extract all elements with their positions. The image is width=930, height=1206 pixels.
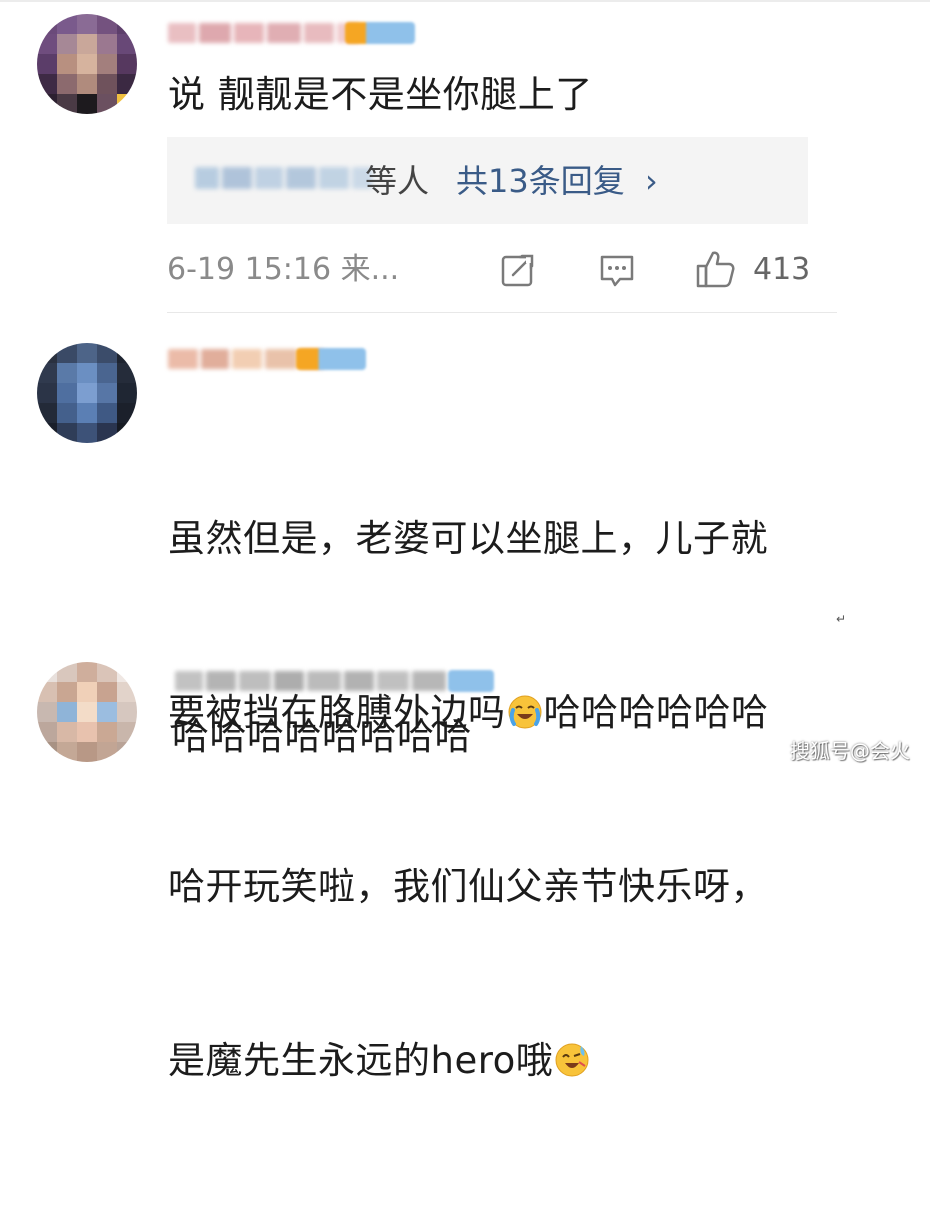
vip-badge-icon — [448, 670, 494, 692]
watermark: 搜狐号@会火 — [790, 739, 910, 763]
reply-usernames-blurred — [195, 167, 372, 189]
return-mark-icon: ↵ — [836, 612, 847, 626]
username-blurred[interactable] — [168, 18, 359, 48]
vip-badge-icon — [345, 22, 415, 44]
chevron-right-icon[interactable]: › — [645, 159, 658, 203]
comment-text: 哈哈哈哈哈哈哈哈 — [172, 715, 472, 758]
reply-suffix-text: 等人 — [365, 162, 430, 200]
like-icon[interactable] — [695, 248, 737, 294]
username-blurred[interactable] — [175, 666, 446, 696]
comment-text: 虽然但是，老婆可以坐腿上，儿子就 要被挡在胳膊外边吗 哈哈哈哈哈哈 哈开玩笑啦，我… — [168, 394, 769, 1206]
comment-line: 是魔先生永远的hero哦 — [168, 1032, 769, 1090]
vip-badge-icon — [296, 348, 366, 370]
share-icon[interactable] — [500, 252, 536, 292]
avatar[interactable] — [37, 343, 137, 443]
comment-meta-row: 6-19 15:16 来... 413 — [167, 248, 817, 292]
comment-icon[interactable] — [598, 252, 636, 294]
comment-item-1: 说 靓靓是不是坐你腿上了 等人 共13条回复 › 6-19 15:16 来... — [0, 0, 930, 312]
sweat-laughing-emoji-icon — [554, 1042, 590, 1078]
avatar[interactable] — [37, 662, 137, 762]
comment-item-2: 虽然但是，老婆可以坐腿上，儿子就 要被挡在胳膊外边吗 哈哈哈哈哈哈 哈开玩笑啦，我… — [0, 330, 930, 1082]
comment-divider — [167, 312, 837, 313]
avatar[interactable] — [37, 14, 137, 114]
comment-timestamp: 6-19 15:16 来... — [167, 252, 400, 287]
reply-summary-box[interactable]: 等人 共13条回复 › — [167, 137, 808, 224]
comment-line: 虽然但是，老婆可以坐腿上，儿子就 — [168, 517, 768, 560]
reply-count-link[interactable]: 共13条回复 — [456, 159, 625, 203]
comment-text: 说 靓靓是不是坐你腿上了 — [168, 73, 593, 116]
like-count: 413 — [753, 252, 811, 287]
comment-line: 哈开玩笑啦，我们仙父亲节快乐呀， — [168, 865, 768, 908]
